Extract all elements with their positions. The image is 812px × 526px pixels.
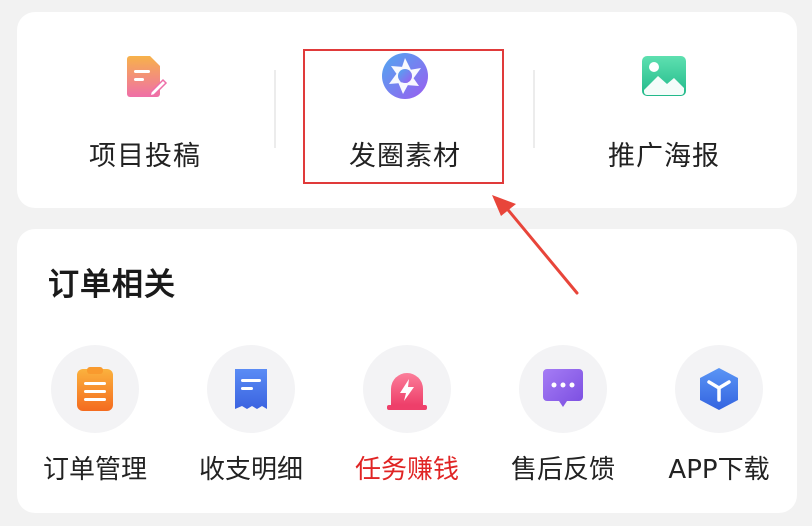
order-item-after-sales[interactable]: 售后反馈 [485,345,641,505]
icon-circle [363,345,451,433]
section-title: 订单相关 [48,267,176,303]
icon-circle [519,345,607,433]
order-section-card: 订单相关 订单管理 收支明细 任务赚钱 售后反馈 APP下载 [17,229,797,513]
top-item-label: 推广海报 [608,141,720,172]
top-item-label: 项目投稿 [89,141,201,172]
icon-circle [207,345,295,433]
cube-icon [700,368,738,410]
receipt-icon [235,369,267,409]
document-edit-icon [127,56,168,98]
highlight-box [303,49,504,184]
order-item-label: 售后反馈 [510,455,615,485]
alarm-bolt-icon [387,373,427,410]
order-item-label: 订单管理 [42,455,147,485]
chat-bubble-icon [543,369,583,407]
image-icon [642,56,686,96]
order-item-order-management[interactable]: 订单管理 [17,345,173,505]
order-item-task-earn[interactable]: 任务赚钱 [329,345,485,505]
clipboard-icon [77,367,113,411]
order-item-app-download[interactable]: APP下载 [641,345,797,505]
order-item-income-expense[interactable]: 收支明细 [173,345,329,505]
divider [274,70,276,148]
icon-circle [51,345,139,433]
top-item-promo-poster[interactable]: 推广海报 [564,12,764,208]
divider [533,70,535,148]
top-item-project-submit[interactable]: 项目投稿 [45,12,245,208]
icon-circle [675,345,763,433]
order-item-label: APP下载 [668,455,770,485]
order-item-label: 收支明细 [198,455,303,485]
order-item-label: 任务赚钱 [354,455,459,485]
